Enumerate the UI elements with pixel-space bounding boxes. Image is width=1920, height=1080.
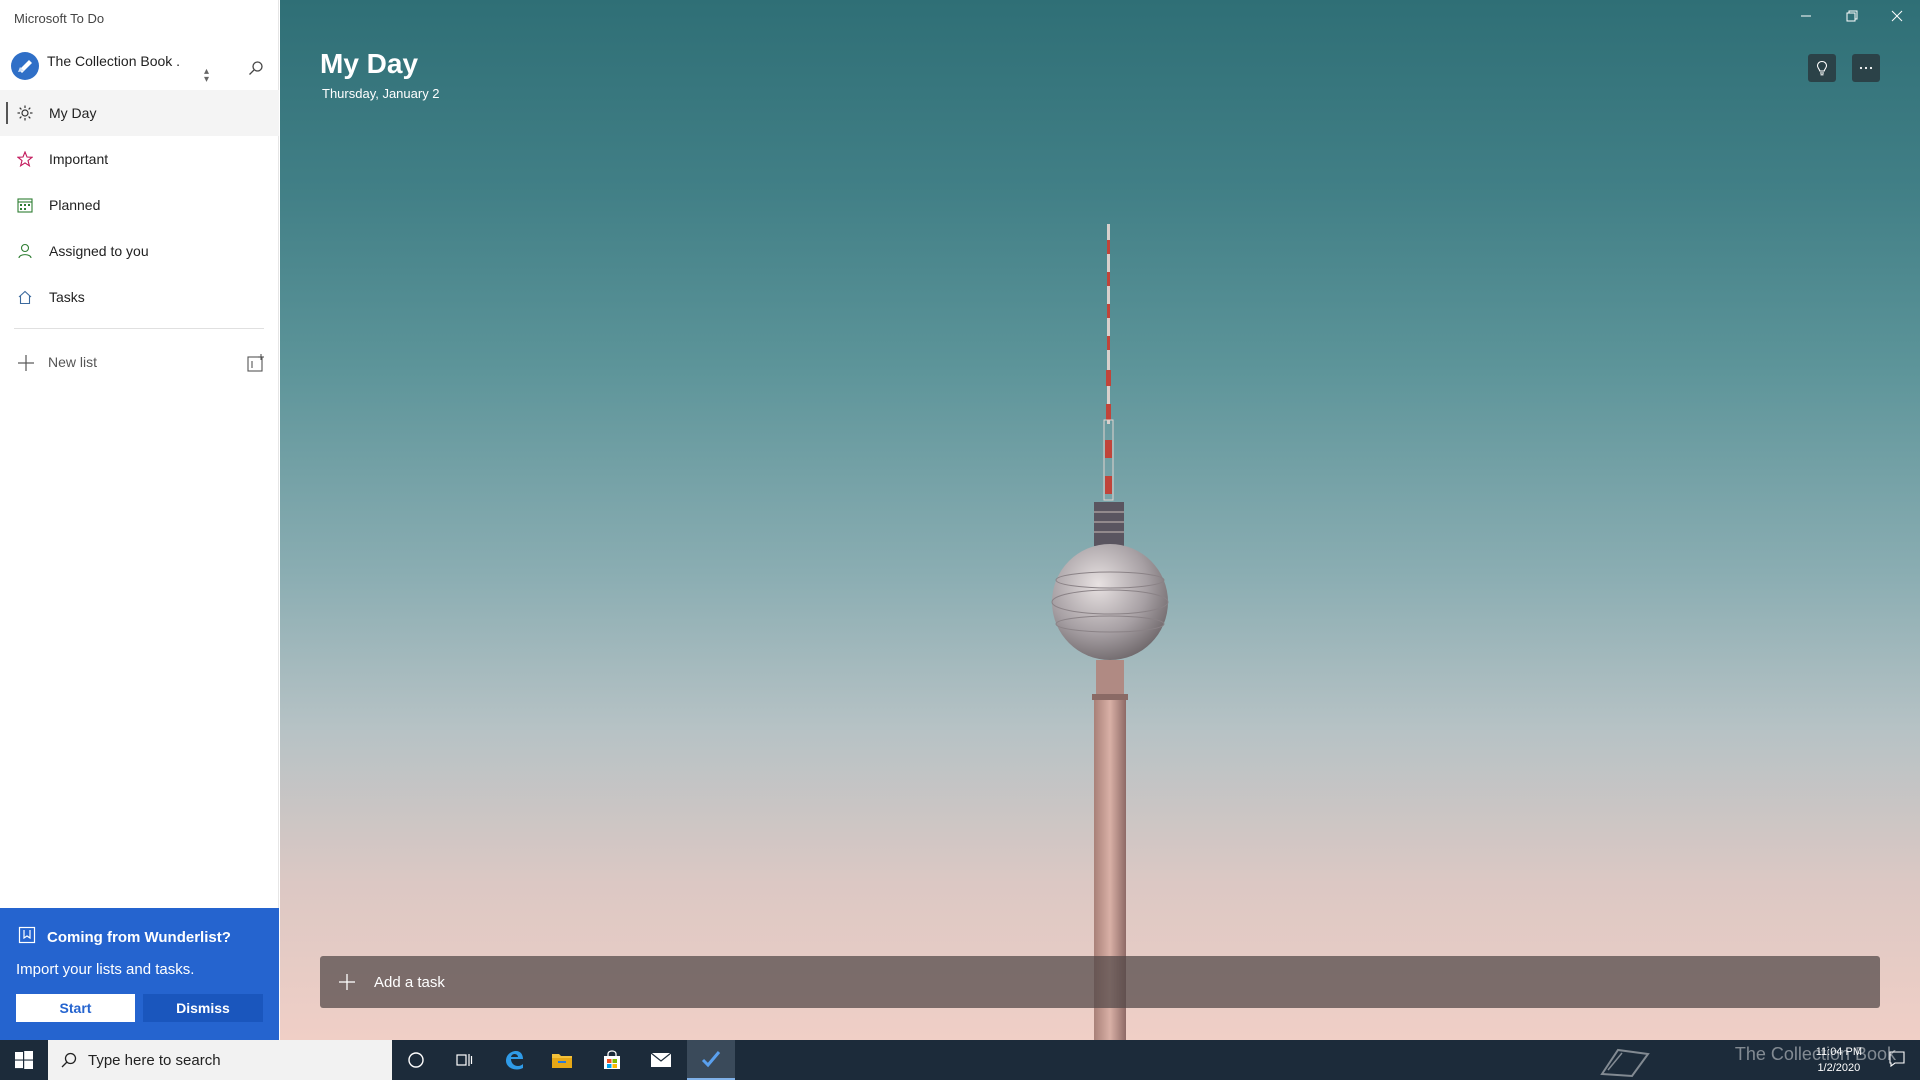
nav-label: Assigned to you (49, 243, 149, 259)
sidebar: Microsoft To Do The Collection Book . ▴ ▾… (0, 0, 279, 1040)
todo-check-icon (701, 1051, 721, 1068)
nav-label: Planned (49, 197, 101, 213)
system-tray: The Collection Book 11:04 PM 1/2/2020 (1590, 1040, 1920, 1080)
clock[interactable]: 11:04 PM 1/2/2020 (1816, 1044, 1862, 1076)
close-icon (1891, 10, 1903, 22)
folder-icon (552, 1054, 572, 1068)
add-task-input[interactable]: Add a task (320, 956, 1880, 1008)
nav-label: My Day (49, 105, 97, 121)
banner-title: Coming from Wunderlist? (47, 929, 231, 946)
task-view-button[interactable] (440, 1040, 488, 1080)
search-icon (249, 61, 263, 75)
plus-icon (339, 974, 355, 990)
calendar-icon (16, 196, 34, 214)
nav-label: Important (49, 151, 109, 167)
clock-time: 11:04 PM (1815, 1046, 1862, 1058)
start-menu-button[interactable] (0, 1040, 48, 1080)
lightbulb-icon (1816, 60, 1828, 76)
restore-button[interactable] (1840, 6, 1864, 26)
file-explorer-button[interactable] (538, 1040, 586, 1080)
nav-list: My Day Important Planned Assigned to you… (0, 90, 279, 320)
add-task-placeholder: Add a task (374, 973, 445, 991)
microsoft-store-button[interactable] (588, 1040, 636, 1080)
page-title: My Day (320, 48, 419, 79)
edge-icon (506, 1051, 523, 1070)
home-icon (16, 288, 34, 306)
tv-tower-background-image (1051, 224, 1169, 1040)
mail-button[interactable] (637, 1040, 685, 1080)
cortana-button[interactable] (392, 1040, 440, 1080)
nav-item-planned[interactable]: Planned (0, 182, 279, 228)
search-placeholder: Type here to search (88, 1051, 221, 1069)
person-icon (16, 242, 34, 260)
restore-icon (1846, 10, 1858, 22)
nav-item-assigned[interactable]: Assigned to you (0, 228, 279, 274)
search-icon (61, 1052, 77, 1068)
app-title: Microsoft To Do (14, 11, 105, 26)
book-watermark-icon (1600, 1048, 1650, 1078)
new-group-icon[interactable] (246, 353, 266, 373)
wunderlist-import-banner: Coming from Wunderlist? Import your list… (0, 908, 279, 1040)
nav-item-important[interactable]: Important (0, 136, 279, 182)
nav-label: Tasks (49, 289, 85, 305)
banner-text: Import your lists and tasks. (16, 961, 195, 978)
star-icon (16, 150, 34, 168)
minimize-button[interactable] (1794, 6, 1818, 26)
suggestions-button[interactable] (1808, 54, 1836, 82)
new-list-button[interactable]: New list (0, 345, 279, 379)
main-panel: My Day Thursday, January 2 Add a task (280, 0, 1920, 1040)
store-bag-icon (604, 1050, 620, 1069)
page-date: Thursday, January 2 (322, 86, 440, 101)
account-switcher[interactable]: The Collection Book . ▴ ▾ (0, 44, 279, 92)
sun-icon (16, 104, 34, 122)
nav-divider (14, 328, 264, 329)
account-name: The Collection Book . (47, 53, 181, 69)
windows-taskbar: Type here to search The Collection Book … (0, 1040, 1920, 1080)
dismiss-button[interactable]: Dismiss (143, 994, 263, 1022)
account-avatar-icon (11, 52, 39, 80)
import-icon (18, 926, 36, 944)
minimize-icon (1801, 15, 1811, 17)
plus-icon (18, 355, 34, 371)
close-button[interactable] (1885, 6, 1909, 26)
edge-browser-button[interactable] (490, 1040, 538, 1080)
nav-item-my-day[interactable]: My Day (0, 90, 279, 136)
notification-icon (1889, 1051, 1905, 1068)
todo-app-button[interactable] (687, 1040, 735, 1080)
action-center-button[interactable] (1888, 1050, 1908, 1070)
start-button[interactable]: Start (16, 994, 135, 1022)
more-icon (1859, 66, 1873, 70)
new-list-label: New list (48, 354, 98, 370)
cortana-circle-icon (408, 1052, 424, 1068)
windows-logo-icon (15, 1051, 33, 1069)
task-view-icon (456, 1054, 473, 1066)
clock-date: 1/2/2020 (1817, 1062, 1861, 1074)
nav-item-tasks[interactable]: Tasks (0, 274, 279, 320)
mail-envelope-icon (650, 1052, 672, 1067)
search-button[interactable] (244, 56, 268, 80)
chevron-updown-icon: ▴ ▾ (204, 66, 210, 85)
more-options-button[interactable] (1852, 54, 1880, 82)
taskbar-search-box[interactable]: Type here to search (48, 1040, 392, 1080)
